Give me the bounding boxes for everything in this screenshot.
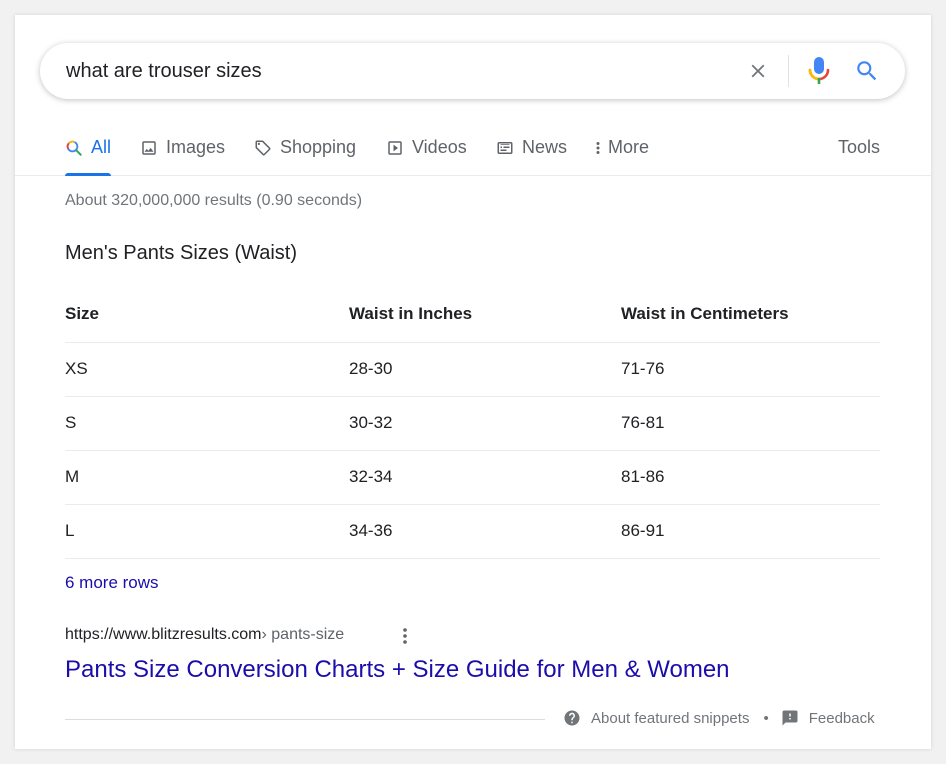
tab-shopping[interactable]: Shopping bbox=[254, 137, 356, 176]
table-cell: M bbox=[65, 450, 349, 505]
tag-icon bbox=[254, 137, 272, 159]
newspaper-icon bbox=[496, 137, 514, 159]
table-cell: 71-76 bbox=[621, 342, 880, 397]
multicolor-search-icon bbox=[65, 137, 83, 159]
search-button[interactable] bbox=[852, 56, 882, 86]
table-cell: 86-91 bbox=[621, 504, 880, 559]
tab-label: Images bbox=[166, 137, 226, 157]
tab-videos[interactable]: Videos bbox=[386, 137, 467, 176]
microphone-icon bbox=[808, 57, 830, 84]
table-cell: S bbox=[65, 396, 349, 451]
search-box-divider bbox=[788, 55, 789, 87]
about-label: About featured snippets bbox=[591, 709, 750, 727]
result-stats: About 320,000,000 results (0.90 seconds) bbox=[65, 192, 363, 209]
tools-button[interactable]: Tools bbox=[838, 137, 880, 158]
table-row: S 30-32 76-81 bbox=[65, 396, 880, 451]
tab-images[interactable]: Images bbox=[140, 137, 225, 176]
feedback-icon bbox=[782, 710, 798, 726]
table-row: M 32-34 81-86 bbox=[65, 450, 880, 505]
table-row: XS 28-30 71-76 bbox=[65, 342, 880, 397]
table-cell: 32-34 bbox=[349, 450, 621, 505]
snippet-title: Men's Pants Sizes (Waist) bbox=[65, 242, 298, 264]
search-tabs: All Images Shopping Videos News More Too… bbox=[15, 123, 931, 176]
more-rows-link[interactable]: 6 more rows bbox=[65, 573, 159, 593]
tab-more[interactable]: More bbox=[594, 137, 649, 176]
result-path: › pants-size bbox=[261, 626, 345, 643]
feedback-link[interactable]: Feedback bbox=[781, 709, 875, 727]
tab-news[interactable]: News bbox=[496, 137, 567, 176]
table-cell: 34-36 bbox=[349, 504, 621, 559]
more-vert-icon bbox=[403, 628, 407, 644]
result-url: https://www.blitzresults.com bbox=[65, 626, 262, 643]
table-row: L 34-36 86-91 bbox=[65, 504, 880, 559]
image-icon bbox=[140, 137, 158, 159]
column-header: Waist in Centimeters bbox=[621, 287, 880, 343]
table-cell: 30-32 bbox=[349, 396, 621, 451]
column-header: Waist in Inches bbox=[349, 287, 621, 343]
search-input[interactable] bbox=[66, 59, 706, 83]
about-featured-snippets-link[interactable]: About featured snippets bbox=[563, 709, 749, 727]
size-table: Size Waist in Inches Waist in Centimeter… bbox=[65, 287, 880, 559]
results-card: All Images Shopping Videos News bbox=[15, 15, 931, 749]
help-icon bbox=[564, 710, 580, 726]
tab-all[interactable]: All bbox=[65, 137, 112, 176]
result-menu-button[interactable] bbox=[395, 626, 415, 646]
column-header: Size bbox=[65, 287, 349, 343]
tab-label: Shopping bbox=[280, 137, 357, 157]
table-header-row: Size Waist in Inches Waist in Centimeter… bbox=[65, 287, 880, 343]
table-cell: 81-86 bbox=[621, 450, 880, 505]
footer-separator: • bbox=[763, 709, 769, 727]
close-icon bbox=[751, 64, 765, 78]
tab-label: All bbox=[91, 137, 112, 157]
table-cell: XS bbox=[65, 342, 349, 397]
play-icon bbox=[386, 137, 404, 159]
result-cite: https://www.blitzresults.com › pants-siz… bbox=[65, 626, 344, 644]
tab-label: Videos bbox=[412, 137, 467, 157]
footer-divider bbox=[65, 719, 545, 720]
table-cell: L bbox=[65, 504, 349, 559]
snippet-footer: About featured snippets • Feedback bbox=[563, 709, 875, 727]
voice-search-button[interactable] bbox=[805, 55, 833, 87]
feedback-label: Feedback bbox=[808, 709, 875, 727]
search-box[interactable] bbox=[40, 43, 905, 99]
table-cell: 28-30 bbox=[349, 342, 621, 397]
table-cell: 76-81 bbox=[621, 396, 880, 451]
clear-search-button[interactable] bbox=[744, 57, 772, 85]
result-title-link[interactable]: Pants Size Conversion Charts + Size Guid… bbox=[65, 656, 730, 684]
tab-label: More bbox=[608, 137, 650, 157]
search-icon bbox=[857, 61, 877, 81]
tab-label: News bbox=[522, 137, 568, 157]
more-vert-icon bbox=[594, 137, 602, 159]
